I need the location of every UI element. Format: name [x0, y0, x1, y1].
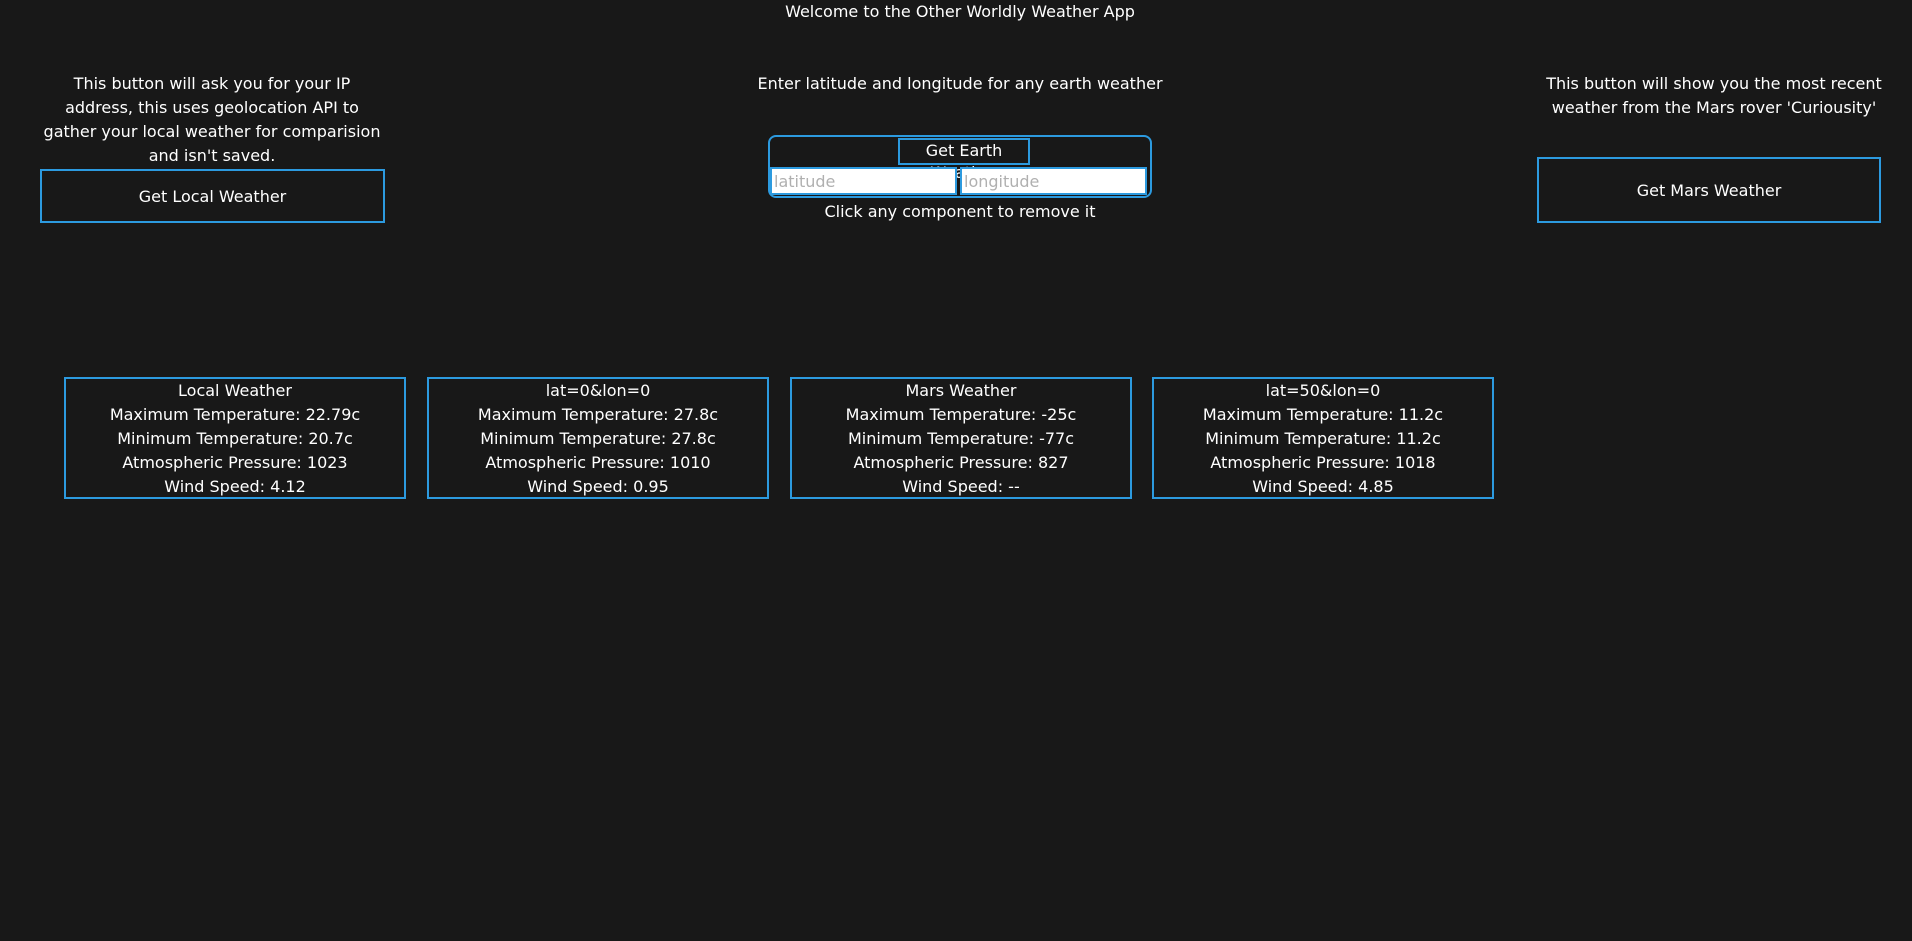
weather-card-local[interactable]: Local Weather Maximum Temperature: 22.79…: [64, 377, 406, 499]
page-title: Welcome to the Other Worldly Weather App: [785, 2, 1135, 21]
get-local-weather-button[interactable]: Get Local Weather: [40, 169, 385, 223]
card-wind-speed: Wind Speed: --: [902, 477, 1020, 496]
card-max-temperature: Maximum Temperature: 22.79c: [109, 405, 361, 424]
card-title: lat=0&lon=0: [545, 381, 651, 400]
earth-weather-description: Enter latitude and longitude for any ear…: [757, 74, 1163, 93]
card-max-temperature: Maximum Temperature: 11.2c: [1202, 405, 1444, 424]
card-max-temperature: Maximum Temperature: -25c: [845, 405, 1077, 424]
card-max-temperature: Maximum Temperature: 27.8c: [477, 405, 719, 424]
card-wind-speed: Wind Speed: 4.85: [1252, 477, 1394, 496]
card-pressure: Atmospheric Pressure: 827: [853, 453, 1069, 472]
latitude-input[interactable]: [770, 167, 957, 195]
get-earth-weather-button[interactable]: Get Earth Weather: [898, 138, 1030, 182]
card-pressure: Atmospheric Pressure: 1010: [485, 453, 711, 472]
local-weather-description: This button will ask you for your IP add…: [43, 74, 381, 165]
card-title: Mars Weather: [905, 381, 1017, 400]
card-min-temperature: Minimum Temperature: 20.7c: [117, 429, 353, 448]
card-pressure: Atmospheric Pressure: 1018: [1210, 453, 1436, 472]
weather-card-lat50-lon0[interactable]: lat=50&lon=0 Maximum Temperature: 11.2c …: [1152, 377, 1494, 499]
longitude-input[interactable]: [960, 167, 1147, 195]
remove-component-hint: Click any component to remove it: [824, 202, 1096, 221]
card-title: lat=50&lon=0: [1265, 381, 1381, 400]
card-min-temperature: Minimum Temperature: 11.2c: [1205, 429, 1441, 448]
weather-card-mars[interactable]: Mars Weather Maximum Temperature: -25c M…: [790, 377, 1132, 499]
mars-weather-description: This button will show you the most recen…: [1546, 74, 1882, 117]
get-mars-weather-button[interactable]: Get Mars Weather: [1537, 157, 1881, 223]
card-wind-speed: Wind Speed: 0.95: [527, 477, 669, 496]
card-wind-speed: Wind Speed: 4.12: [164, 477, 306, 496]
card-title: Local Weather: [178, 381, 292, 400]
card-min-temperature: Minimum Temperature: 27.8c: [480, 429, 716, 448]
weather-card-lat0-lon0[interactable]: lat=0&lon=0 Maximum Temperature: 27.8c M…: [427, 377, 769, 499]
card-min-temperature: Minimum Temperature: -77c: [848, 429, 1074, 448]
card-pressure: Atmospheric Pressure: 1023: [122, 453, 348, 472]
